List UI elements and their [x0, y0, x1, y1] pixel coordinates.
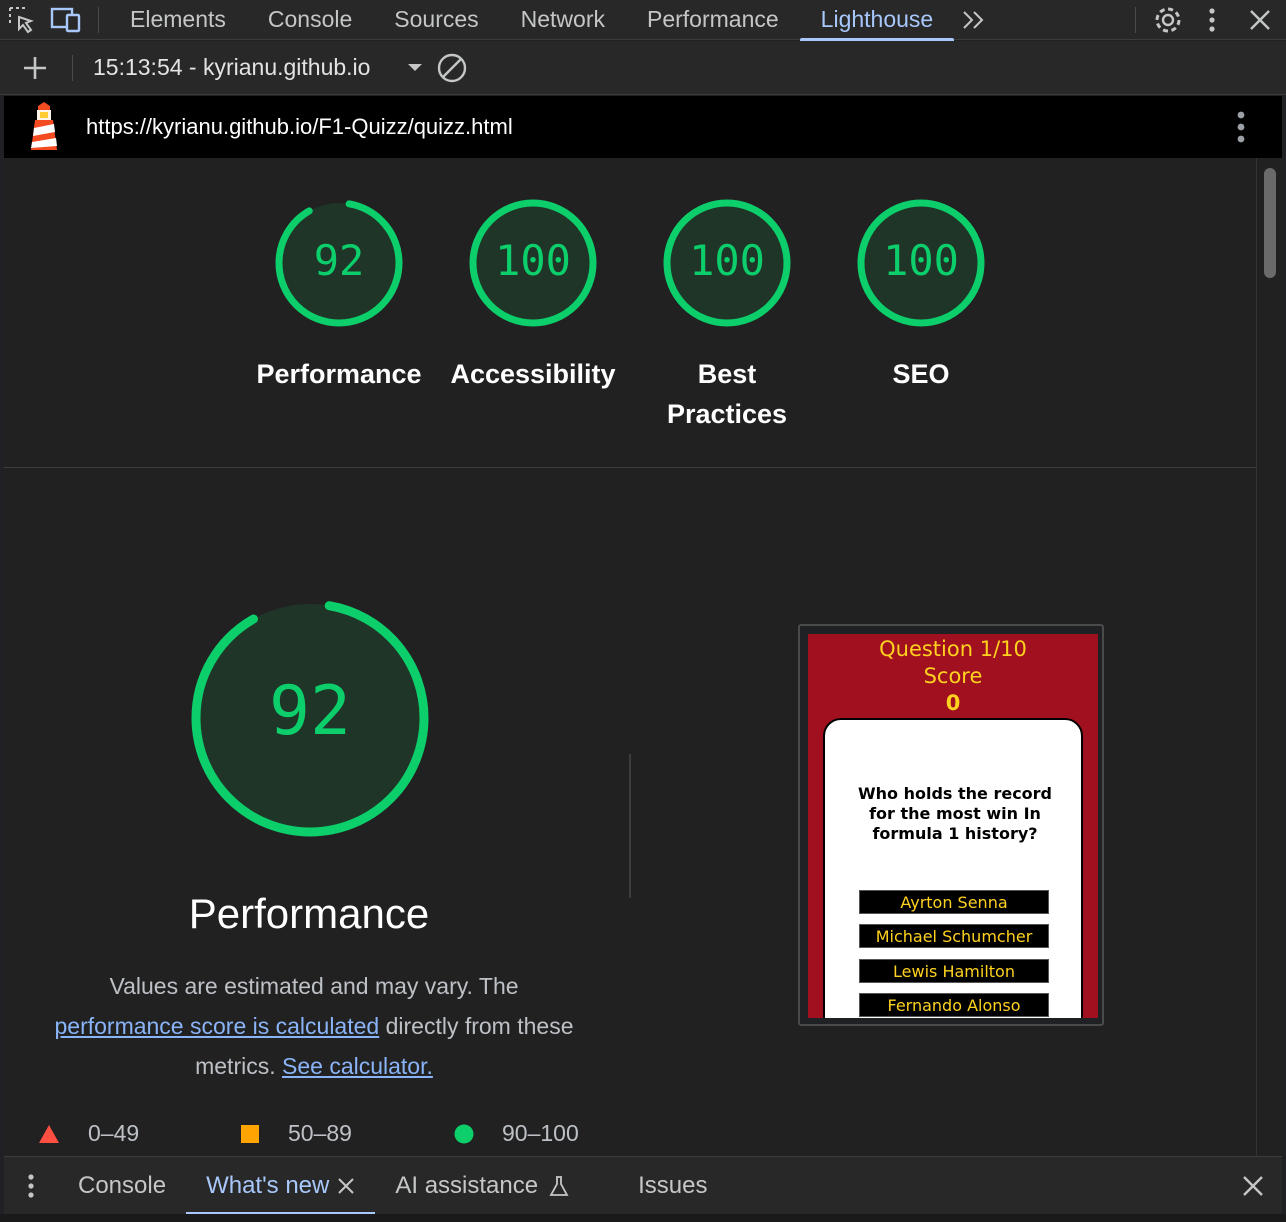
drawer-tab-whats-new[interactable]: What's new — [186, 1157, 376, 1215]
red-triangle-icon — [39, 1124, 59, 1143]
separator — [98, 6, 99, 33]
drawer-menu-kebab-icon[interactable] — [4, 1173, 58, 1199]
tab-elements[interactable]: Elements — [109, 0, 247, 40]
score-gauges: 92 Performance 100 Accessibility 100 Bes… — [4, 158, 1256, 468]
report-selector-dropdown[interactable]: 15:13:54 - kyrianu.github.io — [93, 54, 428, 81]
answer-option: Fernando Alonso — [859, 993, 1049, 1017]
performance-big-gauge: 92 — [188, 596, 432, 840]
answer-option: Lewis Hamilton — [859, 959, 1049, 983]
window-edge — [0, 1214, 1286, 1222]
lighthouse-toolbar: 15:13:54 - kyrianu.github.io — [0, 41, 1286, 95]
drawer-tab-ai-assistance[interactable]: AI assistance — [375, 1157, 590, 1215]
score-value: 0 — [945, 691, 961, 715]
device-toolbar-icon[interactable] — [44, 0, 88, 40]
legend-average: 50–89 — [240, 1120, 352, 1147]
legend-range: 50–89 — [288, 1120, 352, 1146]
bottom-drawer: Console What's new AI assistance Issues — [4, 1156, 1282, 1215]
separator — [72, 54, 73, 81]
quiz-header: Question 1/10 Score 0 — [808, 636, 1098, 717]
clear-reports-block-icon[interactable] — [430, 48, 474, 88]
report-url: https://kyrianu.github.io/F1-Quizz/quizz… — [86, 114, 513, 139]
experiment-flask-icon — [549, 1175, 569, 1196]
gauge-score: 100 — [495, 236, 571, 285]
report-url-bar: https://kyrianu.github.io/F1-Quizz/quizz… — [4, 96, 1282, 158]
report-selector-label: 15:13:54 - kyrianu.github.io — [93, 54, 371, 80]
question-counter: Question 1/10 — [879, 637, 1027, 661]
performance-title: Performance — [188, 890, 430, 937]
gauge-seo[interactable]: 100 SEO — [831, 198, 1011, 394]
settings-gear-icon[interactable] — [1146, 0, 1190, 40]
legend-pass: 90–100 — [454, 1120, 579, 1147]
score-label: Score — [923, 664, 983, 688]
answer-option: Ayrton Senna — [859, 890, 1049, 914]
score-calculated-link[interactable]: performance score is calculated — [54, 1013, 379, 1039]
desc-text-1: Values are estimated and may vary. The — [109, 973, 519, 999]
orange-square-icon — [241, 1124, 259, 1143]
close-devtools-icon[interactable] — [1234, 0, 1286, 40]
chevron-down-icon — [408, 63, 422, 71]
question-card: Who holds the record for the most win In… — [823, 718, 1083, 1018]
drawer-tab-console[interactable]: Console — [58, 1157, 186, 1215]
gauge-best-practices[interactable]: 100 Best Practices — [637, 198, 817, 434]
gauge-label: Performance — [256, 359, 422, 389]
scrollbar-thumb[interactable] — [1264, 168, 1276, 278]
gauge-performance[interactable]: 92 Performance — [249, 198, 429, 394]
gauge-label: Accessibility — [450, 359, 616, 389]
performance-description: Values are estimated and may vary. The p… — [24, 966, 604, 1086]
performance-score: 92 — [269, 672, 351, 751]
more-tabs-chevron-icon[interactable] — [954, 0, 994, 40]
gauge-score: 100 — [689, 236, 765, 285]
inspect-element-icon[interactable] — [0, 0, 44, 40]
vertical-scrollbar[interactable] — [1256, 158, 1282, 1156]
drawer-tab-label: AI assistance — [395, 1171, 539, 1199]
more-options-kebab-icon[interactable] — [1190, 0, 1234, 40]
desc-text-3: metrics. — [195, 1053, 276, 1079]
new-report-plus-icon[interactable] — [0, 48, 70, 88]
drawer-tab-label: What's new — [206, 1171, 330, 1199]
gauge-label: Best Practices — [666, 359, 788, 429]
legend-fail: 0–49 — [38, 1120, 139, 1147]
tab-console[interactable]: Console — [247, 0, 373, 40]
desc-text-2: directly from these — [385, 1013, 574, 1039]
answer-option: Michael Schumcher — [859, 924, 1049, 948]
score-legend: 0–49 50–89 90–100 — [38, 1120, 638, 1156]
vertical-divider — [629, 754, 631, 898]
gauge-accessibility[interactable]: 100 Accessibility — [443, 198, 623, 394]
question-text: Who holds the record for the most win In… — [857, 784, 1053, 843]
tab-sources[interactable]: Sources — [373, 0, 499, 40]
close-tab-icon[interactable] — [337, 1177, 355, 1195]
gauge-score: 92 — [313, 236, 365, 285]
tab-network[interactable]: Network — [500, 0, 626, 40]
tab-lighthouse[interactable]: Lighthouse — [799, 0, 955, 41]
report-content: 92 Performance 100 Accessibility 100 Bes… — [4, 158, 1256, 1156]
final-screenshot-thumbnail[interactable]: Question 1/10 Score 0 Who holds the reco… — [798, 624, 1104, 1026]
gauge-score: 100 — [883, 236, 959, 285]
report-menu-kebab-icon[interactable] — [1236, 110, 1246, 149]
tab-performance[interactable]: Performance — [626, 0, 800, 40]
legend-range: 90–100 — [502, 1120, 579, 1146]
drawer-tab-issues[interactable]: Issues — [618, 1157, 727, 1215]
green-circle-icon — [454, 1124, 474, 1143]
gauge-label: SEO — [892, 359, 950, 389]
close-drawer-icon[interactable] — [1242, 1175, 1264, 1202]
separator — [1135, 7, 1136, 33]
devtools-tab-bar: Elements Console Sources Network Perform… — [0, 0, 1286, 41]
legend-range: 0–49 — [88, 1120, 140, 1146]
lighthouse-logo-icon — [26, 102, 62, 152]
see-calculator-link[interactable]: See calculator. — [282, 1053, 433, 1079]
screenshot-content: Question 1/10 Score 0 Who holds the reco… — [808, 634, 1098, 1018]
